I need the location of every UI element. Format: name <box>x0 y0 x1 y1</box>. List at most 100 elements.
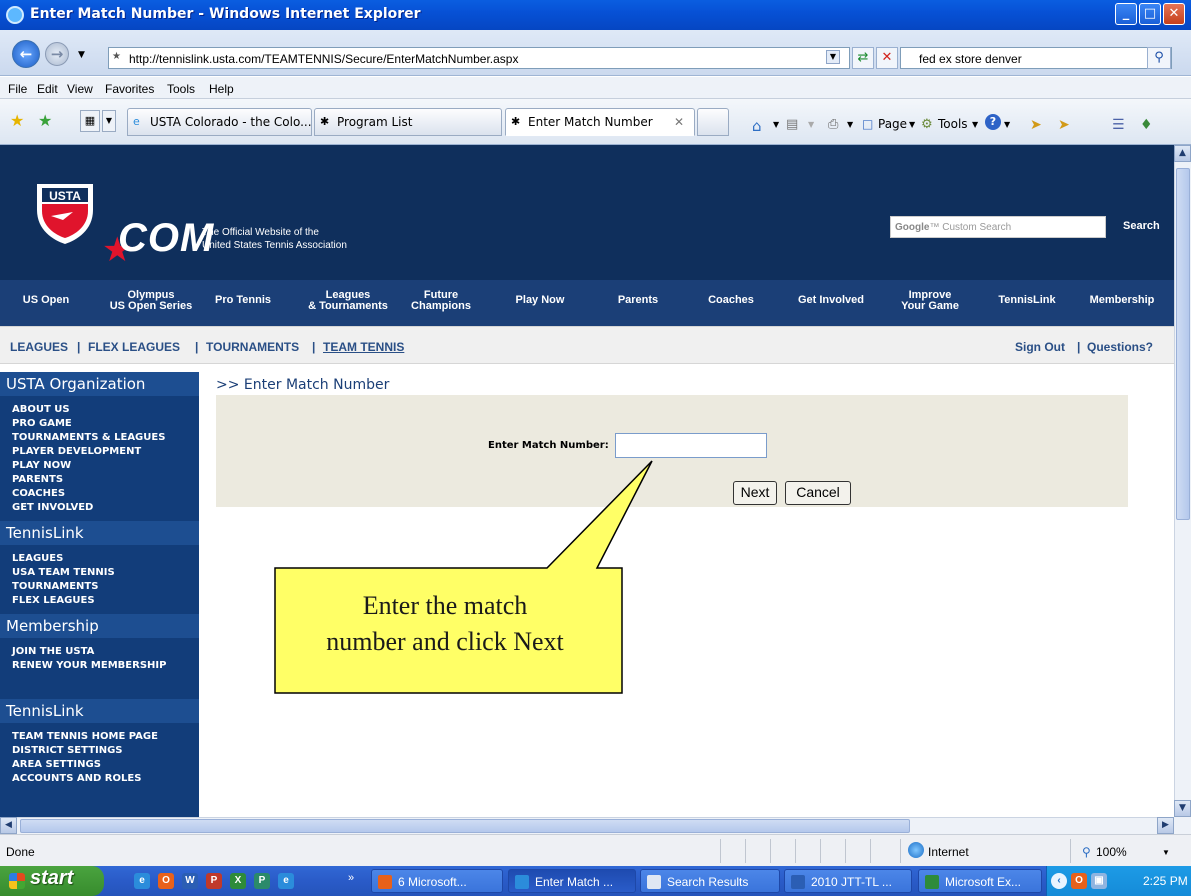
quicklaunch-browser-icon[interactable]: e <box>278 873 294 889</box>
sidebar-item-tournaments-leagues[interactable]: TOURNAMENTS & LEAGUES <box>12 432 165 443</box>
menu-view[interactable]: View <box>67 82 93 96</box>
back-icon[interactable]: ← <box>12 40 40 68</box>
scroll-down-icon[interactable]: ▼ <box>1174 800 1191 817</box>
subnav-tournaments[interactable]: TOURNAMENTS <box>206 340 299 354</box>
search-input[interactable]: fed ex store denver <box>900 47 1172 69</box>
questions-link[interactable]: Questions? <box>1087 340 1153 354</box>
nav-play-now[interactable]: Play Now <box>508 295 572 306</box>
scroll-left-icon[interactable]: ◀ <box>0 817 17 834</box>
new-tab-button[interactable] <box>697 108 729 136</box>
sidebar-item-flex-leagues[interactable]: FLEX LEAGUES <box>12 595 95 606</box>
address-input[interactable]: http://tennislink.usta.com/TEAMTENNIS/Se… <box>108 47 850 69</box>
forward-icon[interactable]: → <box>45 42 69 66</box>
tray-outlook-icon[interactable]: O <box>1071 873 1087 889</box>
page-menu[interactable]: Page <box>878 117 907 131</box>
menu-favorites[interactable]: Favorites <box>105 82 154 96</box>
sidebar-item-pro-game[interactable]: PRO GAME <box>12 418 72 429</box>
stop-icon[interactable]: ✕ <box>876 47 898 69</box>
vertical-scroll-thumb[interactable] <box>1176 168 1190 520</box>
bookmarks-icon[interactable]: ☰ <box>1112 117 1125 133</box>
favorites-star-icon[interactable]: ★ <box>10 111 24 130</box>
tab-program-list[interactable]: ✱ Program List <box>314 108 502 136</box>
sidebar-item-play-now[interactable]: PLAY NOW <box>12 460 71 471</box>
tools-menu[interactable]: Tools <box>938 117 968 131</box>
horizontal-scroll-thumb[interactable] <box>20 819 910 833</box>
zoom-level[interactable]: 100% <box>1096 845 1127 859</box>
home-icon[interactable]: ⌂ <box>752 117 762 135</box>
sidebar-item-area-settings[interactable]: AREA SETTINGS <box>12 759 101 770</box>
address-dropdown-icon[interactable]: ▼ <box>826 50 840 64</box>
nav-parents[interactable]: Parents <box>610 295 666 306</box>
help-dropdown-icon[interactable]: ▼ <box>1004 120 1010 129</box>
sidebar-item-player-development[interactable]: PLAYER DEVELOPMENT <box>12 446 141 457</box>
quicklaunch-excel-icon[interactable]: X <box>230 873 246 889</box>
print-icon[interactable]: ⎙ <box>828 117 838 132</box>
quicklaunch-powerpoint-icon[interactable]: P <box>206 873 222 889</box>
sidebar-item-leagues[interactable]: LEAGUES <box>12 553 63 564</box>
quicklaunch-publisher-icon[interactable]: P <box>254 873 270 889</box>
menu-tools[interactable]: Tools <box>167 82 195 96</box>
help-icon[interactable]: ? <box>985 114 1001 130</box>
tray-expand-icon[interactable]: ‹ <box>1051 873 1067 889</box>
sign-out-link[interactable]: Sign Out <box>1015 340 1065 354</box>
minimize-button[interactable]: _ <box>1115 3 1137 25</box>
zoom-dropdown-icon[interactable]: ▼ <box>1162 848 1170 857</box>
sidebar-item-tournaments[interactable]: TOURNAMENTS <box>12 581 98 592</box>
nav-membership[interactable]: Membership <box>1078 295 1166 306</box>
start-button[interactable]: start <box>0 866 104 896</box>
taskbar-button-enter-match[interactable]: Enter Match ... <box>508 869 636 893</box>
taskbar-button-search-results[interactable]: Search Results <box>640 869 780 893</box>
messenger-icon[interactable]: ➤ <box>1058 117 1070 133</box>
research-icon[interactable]: ➤ <box>1030 117 1042 133</box>
home-dropdown-icon[interactable]: ▼ <box>773 120 779 129</box>
refresh-icon[interactable]: ⇄ <box>852 47 874 69</box>
scroll-up-icon[interactable]: ▲ <box>1174 145 1191 162</box>
google-search-button[interactable]: Search <box>1113 216 1170 238</box>
subnav-leagues[interactable]: LEAGUES <box>10 340 68 354</box>
sidebar-item-team-tennis-home[interactable]: TEAM TENNIS HOME PAGE <box>12 731 158 742</box>
menu-file[interactable]: File <box>8 82 27 96</box>
close-tab-icon[interactable]: ✕ <box>674 115 684 129</box>
search-icon[interactable]: ⚲ <box>1147 47 1171 69</box>
nav-coaches[interactable]: Coaches <box>700 295 762 306</box>
sidebar-item-parents[interactable]: PARENTS <box>12 474 63 485</box>
taskbar-button-microsoft-outlook[interactable]: 6 Microsoft... <box>371 869 503 893</box>
menu-edit[interactable]: Edit <box>37 82 58 96</box>
quicklaunch-ie-icon[interactable]: e <box>134 873 150 889</box>
sidebar-item-get-involved[interactable]: GET INVOLVED <box>12 502 93 513</box>
sidebar-item-accounts-and-roles[interactable]: ACCOUNTS AND ROLES <box>12 773 141 784</box>
sidebar-item-join-the-usta[interactable]: JOIN THE USTA <box>12 646 94 657</box>
nav-get-involved[interactable]: Get Involved <box>788 295 874 306</box>
nav-olympus[interactable]: Olympus US Open Series <box>93 290 209 312</box>
nav-tennislink[interactable]: TennisLink <box>990 295 1064 306</box>
sidebar-item-usa-team-tennis[interactable]: USA TEAM TENNIS <box>12 567 115 578</box>
quicklaunch-outlook-icon[interactable]: O <box>158 873 174 889</box>
tray-network-icon[interactable]: ▣ <box>1091 873 1107 889</box>
quicklaunch-more-icon[interactable]: » <box>348 872 354 884</box>
sidebar-item-about-us[interactable]: ABOUT US <box>12 404 70 415</box>
close-button[interactable]: ✕ <box>1163 3 1185 25</box>
print-dropdown-icon[interactable]: ▼ <box>847 120 853 129</box>
feeds-dropdown-icon[interactable]: ▼ <box>808 120 814 129</box>
nav-pro-tennis[interactable]: Pro Tennis <box>208 295 278 306</box>
scroll-right-icon[interactable]: ▶ <box>1157 817 1174 834</box>
addon-icon[interactable]: ♦ <box>1140 117 1153 133</box>
feeds-icon[interactable]: ▤ <box>786 117 798 132</box>
menu-help[interactable]: Help <box>209 82 234 96</box>
tab-list-icon[interactable]: ▼ <box>102 110 116 132</box>
sidebar-item-renew-membership[interactable]: RENEW YOUR MEMBERSHIP <box>12 660 166 671</box>
page-dropdown-icon[interactable]: ▼ <box>909 120 915 129</box>
nav-leagues[interactable]: Leagues & Tournaments <box>296 290 400 312</box>
sidebar-item-district-settings[interactable]: DISTRICT SETTINGS <box>12 745 123 756</box>
cancel-button[interactable]: Cancel <box>785 481 851 505</box>
taskbar-button-excel[interactable]: Microsoft Ex... <box>918 869 1042 893</box>
maximize-button[interactable]: □ <box>1139 3 1161 25</box>
clock[interactable]: 2:25 PM <box>1143 874 1188 888</box>
nav-future-champions[interactable]: Future Champions <box>405 290 477 312</box>
nav-improve-your-game[interactable]: Improve Your Game <box>890 290 970 312</box>
quicklaunch-word-icon[interactable]: W <box>182 873 198 889</box>
tab-enter-match-number[interactable]: ✱ Enter Match Number ✕ <box>505 108 695 136</box>
google-search-input[interactable]: Google™ Custom Search <box>890 216 1106 238</box>
next-button[interactable]: Next <box>733 481 777 505</box>
subnav-flex-leagues[interactable]: FLEX LEAGUES <box>88 340 180 354</box>
